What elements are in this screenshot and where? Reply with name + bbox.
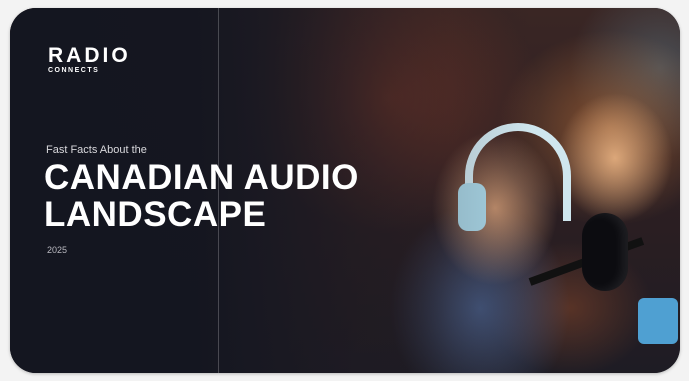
year-label: 2025 xyxy=(47,245,68,255)
logo-top-text: RADIO xyxy=(48,44,131,67)
promo-card[interactable]: RADIO CONNECTS Fast Facts About the CANA… xyxy=(10,8,680,373)
radio-connects-logo: RADIO CONNECTS xyxy=(48,45,131,74)
kicker-text: Fast Facts About the xyxy=(46,144,147,156)
logo-bottom-text: CONNECTS xyxy=(48,67,100,74)
headline: CANADIAN AUDIO LANDSCAPE xyxy=(44,159,359,233)
headline-line-2: LANDSCAPE xyxy=(44,195,267,234)
headline-line-1: CANADIAN AUDIO xyxy=(44,158,359,197)
